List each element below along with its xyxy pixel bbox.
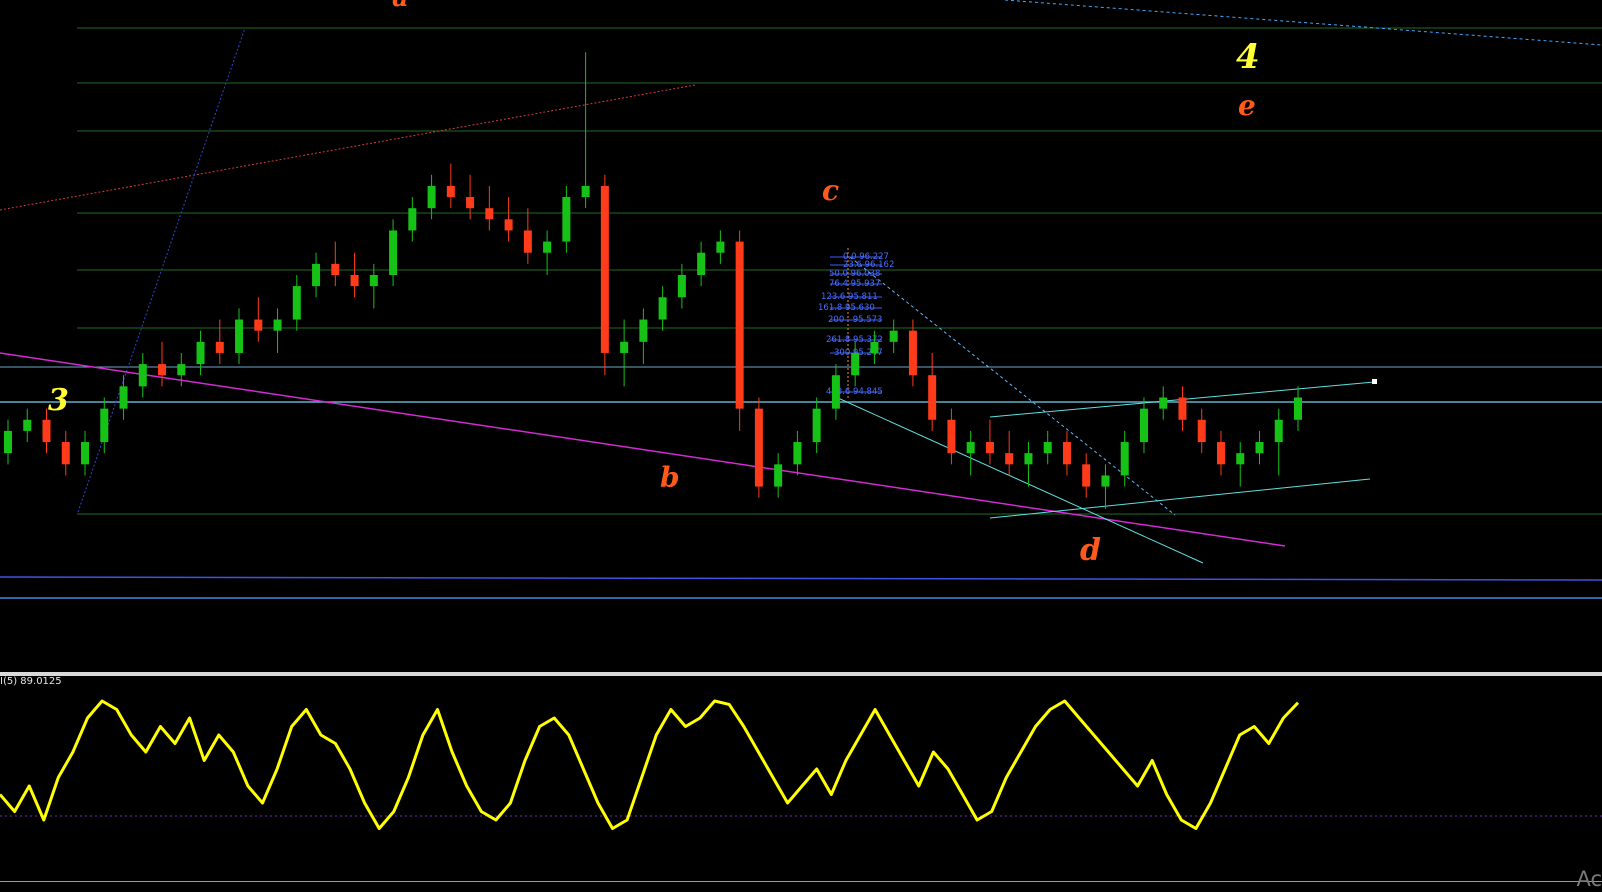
wave-label-3: 3 [48, 383, 69, 418]
candle-body [639, 319, 648, 342]
candle-body [1178, 397, 1187, 420]
candle-body [100, 408, 109, 443]
candle-body [235, 319, 244, 353]
fib-labels: 0.0 96.227 23.6 96.162 50.0 96.038 76.4 … [818, 252, 894, 397]
wave-label-e: e [1238, 89, 1256, 122]
candle-body [446, 185, 455, 198]
candle-body [350, 275, 359, 287]
blue-level-line [0, 576, 1602, 581]
candle-body [42, 419, 51, 443]
fib-label: 200 - 95.573 [828, 315, 882, 325]
dotted-cyan-trendline-top [1004, 0, 1602, 46]
candle-body [1294, 397, 1302, 420]
candle-body [716, 241, 725, 253]
fib-label: 50.0 96.038 [829, 269, 880, 279]
candle-body [754, 408, 763, 487]
candle-body [138, 364, 147, 387]
candle-body [1255, 442, 1264, 454]
candle-body [831, 375, 840, 409]
candle-body [485, 208, 494, 220]
fib-label: 76.4 95.937 [829, 279, 880, 289]
cyan-channel-lower [989, 478, 1371, 519]
candle-body [504, 219, 513, 231]
candle-body [851, 352, 860, 376]
candle-body [562, 197, 571, 242]
candle-body [543, 241, 552, 253]
candle-body [677, 275, 686, 298]
candle-body [1082, 464, 1091, 487]
candle-body [23, 419, 32, 431]
price-chart[interactable]: 0.0 96.227 23.6 96.162 50.0 96.038 76.4 … [0, 0, 1602, 672]
candle-body [985, 442, 994, 454]
candle-body [1274, 419, 1283, 443]
wave-label-d: d [1080, 533, 1101, 568]
candle-body [1139, 408, 1148, 443]
candle-body [620, 341, 629, 353]
oscillator-chart[interactable] [0, 676, 1602, 881]
candle-body [389, 230, 398, 275]
activation-watermark: Ac [1576, 867, 1602, 891]
candle-body [947, 419, 956, 454]
candle-body [793, 442, 802, 465]
candle-body [292, 286, 301, 320]
candle-body [735, 241, 744, 409]
fib-label: 123.6 95.811 [821, 292, 878, 302]
candle-body [312, 263, 321, 287]
candle-body [1043, 442, 1052, 454]
candle-body [369, 275, 378, 287]
candle-body [1236, 453, 1245, 465]
candle-body [1120, 442, 1129, 476]
candle-body [196, 341, 205, 365]
candle-body [658, 297, 667, 320]
candle-body [158, 364, 167, 376]
candle-body [928, 375, 937, 420]
oscillator-line [0, 699, 1300, 830]
candle-body [908, 330, 917, 376]
candle-body [812, 408, 821, 443]
candle-body [61, 442, 70, 465]
candle-body [466, 197, 475, 209]
candle-body [331, 263, 340, 275]
candle-body [1197, 419, 1206, 443]
candle-body [119, 386, 128, 409]
candle-body [1101, 475, 1110, 487]
candles [4, 52, 1302, 509]
dotted-red-trendline [0, 84, 696, 211]
oscillator-label: I(5) 89.0125 [0, 676, 62, 687]
candle-body [4, 430, 12, 454]
dotted-cyan-trendline [849, 256, 1176, 516]
candle-body [215, 341, 224, 353]
candle-body [1024, 453, 1033, 465]
candle-body [697, 252, 706, 275]
time-axis [0, 881, 1602, 892]
candle-body [1216, 442, 1225, 465]
candle-body [600, 185, 609, 353]
fib-label: 161.8 95.630 [818, 303, 875, 313]
wave-label-c: c [822, 174, 839, 207]
candle-body [273, 319, 282, 331]
candle-body [1159, 397, 1168, 409]
candle-body [870, 341, 879, 353]
candle-body [254, 319, 263, 331]
candle-body [1062, 442, 1071, 465]
candle-body [889, 330, 898, 342]
wave-label-4: 4 [1236, 37, 1260, 77]
candle-body [581, 185, 590, 198]
candle-body [81, 442, 90, 465]
wave-label-b: b [660, 461, 680, 494]
magenta-trendline [0, 352, 1286, 547]
candle-body [177, 364, 186, 376]
candle-body [1005, 453, 1014, 465]
wave-label-a: a [392, 0, 409, 13]
candle-body [966, 442, 975, 454]
trendline-handle[interactable] [1372, 379, 1377, 384]
wave-labels: 3 4 a b c d e [48, 0, 1260, 568]
candle-body [408, 208, 417, 231]
candle-body [774, 464, 783, 487]
candle-body [427, 185, 436, 209]
candle-body [523, 230, 532, 253]
cyan-diagonal-line [837, 397, 1204, 564]
